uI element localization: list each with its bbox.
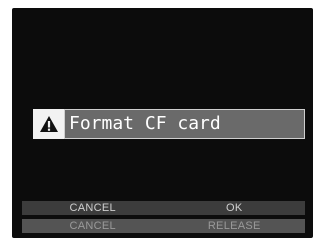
camera-lcd-screen: Format CF card CANCEL OK CANCEL RELEASE — [12, 8, 313, 238]
cancel-button[interactable]: CANCEL — [22, 201, 164, 215]
warning-badge — [33, 109, 64, 139]
release-button[interactable]: RELEASE — [164, 219, 306, 233]
primary-button-bar: CANCEL OK — [22, 201, 305, 215]
cancel-secondary-button[interactable]: CANCEL — [22, 219, 164, 233]
format-dialog: Format CF card — [33, 109, 305, 139]
ok-button[interactable]: OK — [164, 201, 306, 215]
secondary-button-bar: CANCEL RELEASE — [22, 219, 305, 233]
warning-icon — [39, 116, 58, 132]
format-message: Format CF card — [64, 109, 305, 139]
